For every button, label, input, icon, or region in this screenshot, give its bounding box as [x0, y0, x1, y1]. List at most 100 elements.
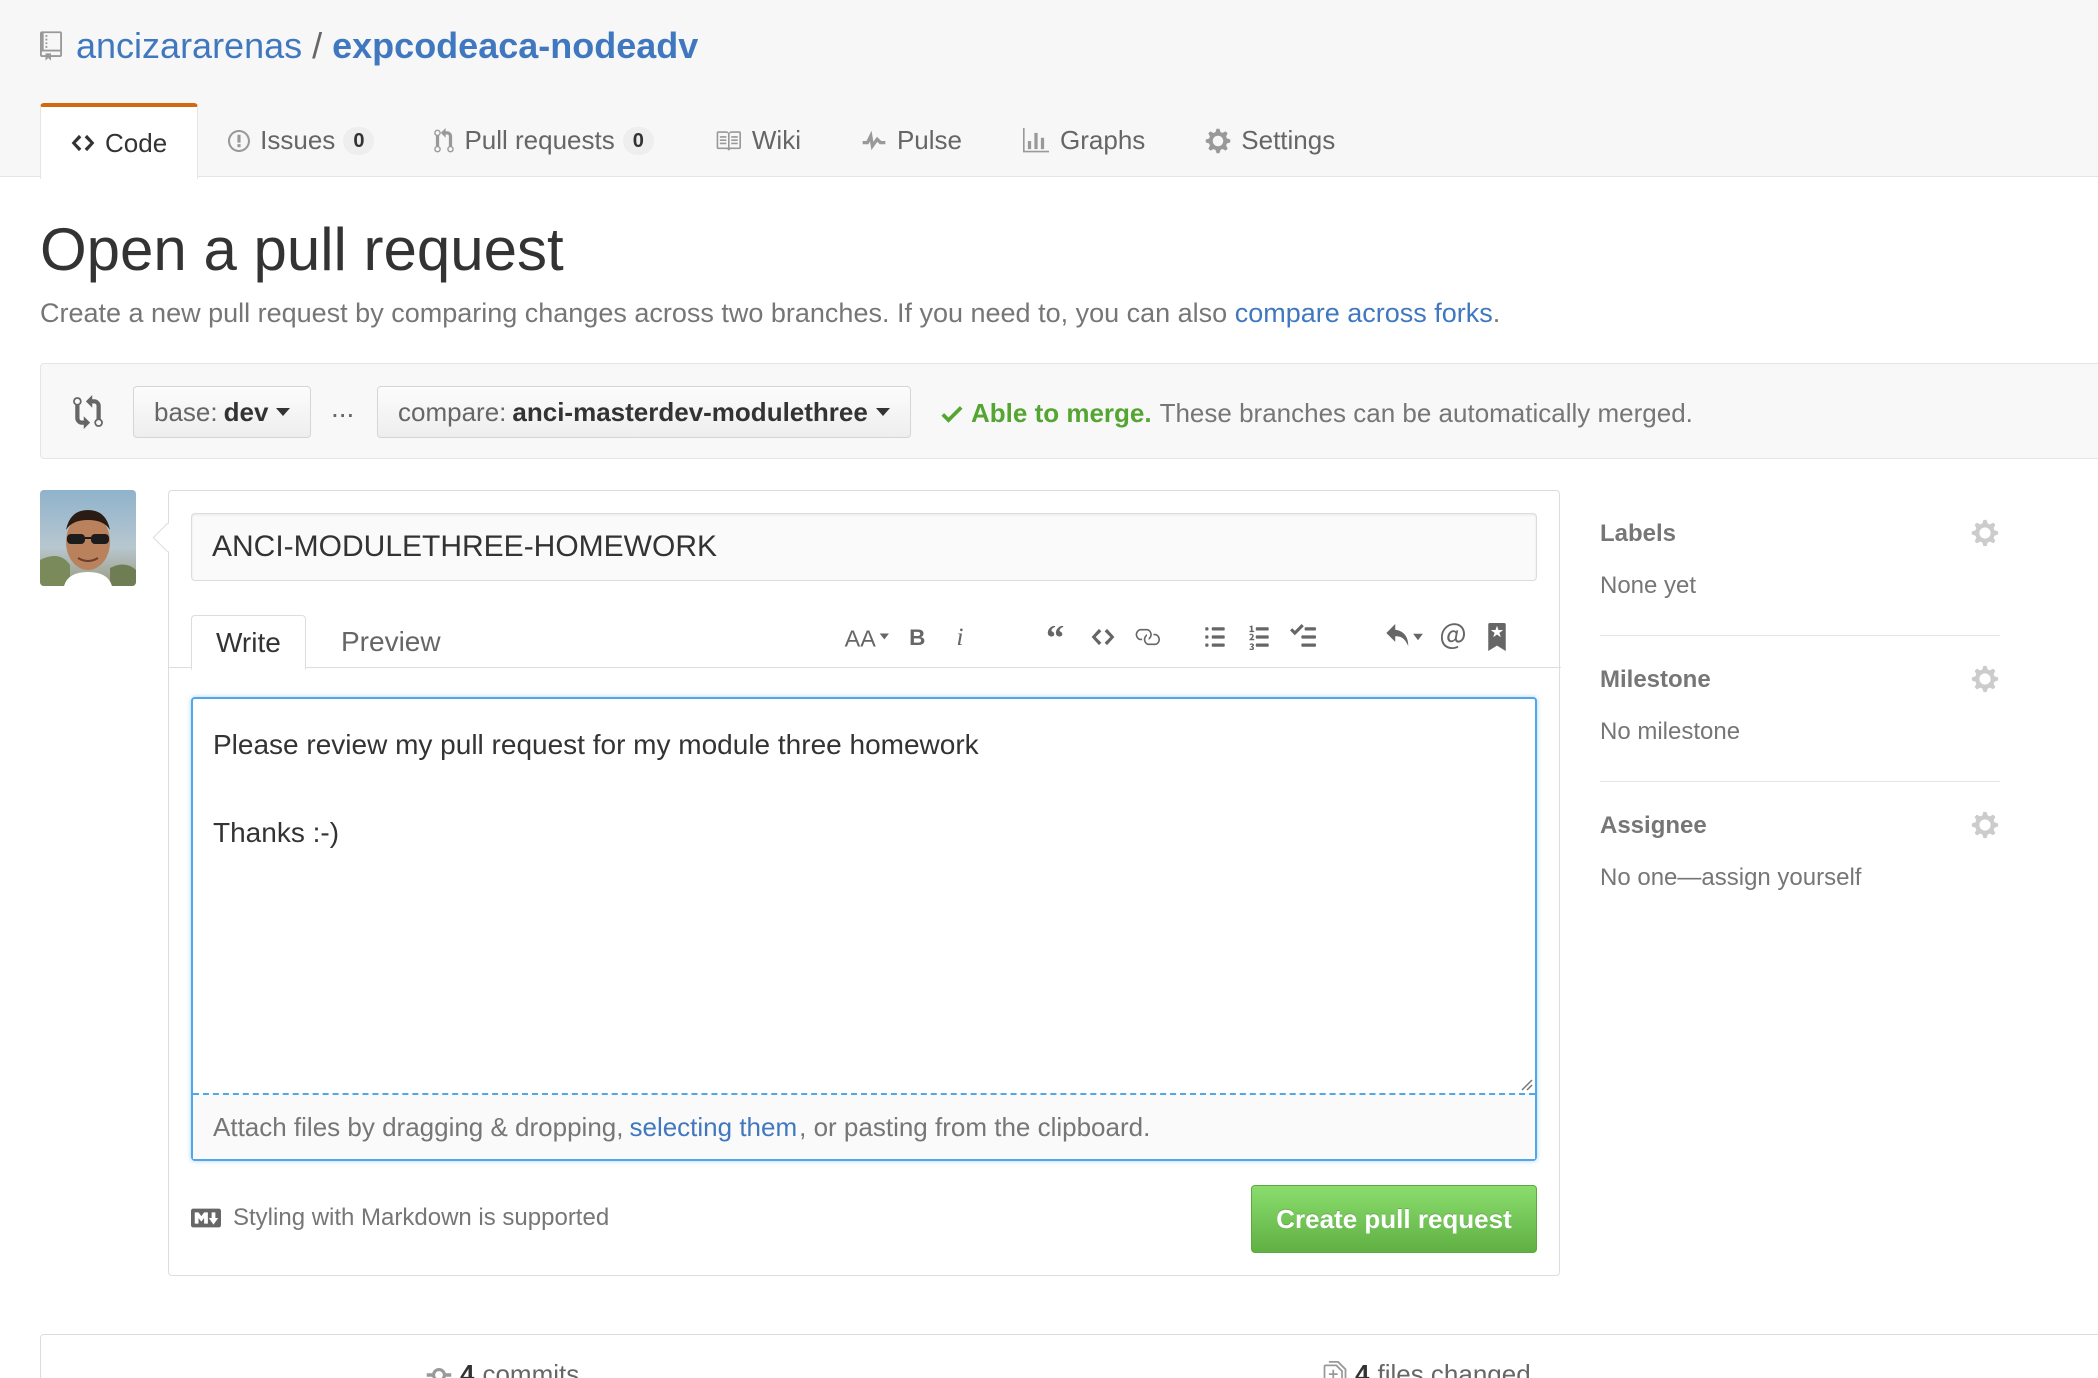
avatar[interactable]: [40, 490, 136, 586]
body-textarea-container: Please review my pull request for my mod…: [191, 697, 1537, 1161]
file-attach-suffix: , or pasting from the clipboard.: [799, 1111, 1151, 1142]
repo-separator: /: [312, 25, 323, 66]
labels-value: None yet: [1600, 572, 1697, 599]
base-branch-select[interactable]: base: dev: [133, 386, 312, 438]
repo-header: ancizararenas / expcodeaca-nodeadv Code …: [0, 0, 2098, 179]
header-text-icon[interactable]: AA: [841, 617, 895, 657]
code-icon: [71, 130, 95, 156]
tab-wiki-label: Wiki: [751, 125, 801, 155]
tab-preview[interactable]: Preview: [317, 615, 465, 669]
graph-icon: [1022, 127, 1050, 154]
link-icon[interactable]: [1125, 617, 1169, 657]
tab-graphs-label: Graphs: [1060, 125, 1146, 155]
merge-status: Able to merge. These branches can be aut…: [941, 398, 1693, 429]
milestone-value: No milestone: [1600, 718, 1741, 745]
gear-icon: [1205, 127, 1231, 155]
pulse-icon: [861, 128, 887, 154]
bookmark-icon[interactable]: [1475, 617, 1519, 657]
git-commit-icon: [426, 1367, 452, 1378]
files-changed-stat[interactable]: 4 files changed: [1323, 1359, 1531, 1378]
sidebar: Labels None yet Milestone No milestone A…: [1600, 490, 2000, 928]
mention-icon[interactable]: [1431, 617, 1475, 657]
commits-label: commits: [482, 1359, 580, 1378]
toolbar-list-group: [1193, 617, 1325, 657]
git-pull-request-icon: [434, 127, 455, 154]
markdown-icon: [191, 1208, 221, 1228]
repo-name-link[interactable]: expcodeaca-nodeadv: [332, 25, 698, 67]
tab-write[interactable]: Write: [191, 615, 306, 670]
tab-pulse-label: Pulse: [896, 125, 963, 155]
resize-handle-icon[interactable]: [1519, 1077, 1533, 1091]
markdown-note[interactable]: Styling with Markdown is supported: [191, 1203, 609, 1233]
svg-text:“: “: [1046, 626, 1064, 648]
assignee-heading: Assignee: [1600, 812, 1707, 839]
milestone-heading: Milestone: [1600, 666, 1711, 693]
page-subtitle-text: Create a new pull request by comparing c…: [40, 298, 1235, 328]
base-branch-label: base:: [154, 396, 218, 427]
repo-nav: Code Issues 0 Pull requests 0 Wiki Pulse…: [40, 103, 1365, 179]
gear-icon[interactable]: [1970, 518, 2000, 548]
body-textarea[interactable]: Please review my pull request for my mod…: [193, 699, 1535, 1093]
tab-code[interactable]: Code: [40, 103, 199, 179]
tab-pull-requests-label: Pull requests: [464, 125, 615, 155]
quote-icon[interactable]: “: [1037, 617, 1081, 657]
gear-icon[interactable]: [1970, 664, 2000, 694]
page-subtitle: Create a new pull request by comparing c…: [40, 298, 1500, 329]
gear-icon[interactable]: [1970, 810, 2000, 840]
toolbar-insert-group: “: [1037, 617, 1169, 657]
sidebar-assignee: Assignee No one—assign yourself: [1600, 782, 2000, 928]
tab-graphs[interactable]: Graphs: [992, 103, 1175, 178]
chevron-down-icon: [276, 408, 291, 416]
files-label: files changed: [1377, 1359, 1531, 1378]
avatar-image: [40, 490, 136, 586]
merge-text: These branches can be automatically merg…: [1159, 398, 1693, 428]
svg-text:i: i: [956, 625, 963, 649]
file-attach-prefix: Attach files by dragging & dropping,: [213, 1111, 624, 1142]
task-list-icon[interactable]: [1281, 617, 1325, 657]
sidebar-milestone: Milestone No milestone: [1600, 636, 2000, 782]
tab-pulse[interactable]: Pulse: [831, 103, 992, 178]
pull-request-form: Write Preview AA B i “: [168, 490, 1561, 1276]
tab-issues[interactable]: Issues 0: [198, 103, 404, 178]
range-editor: base: dev ... compare: anci-masterdev-mo…: [40, 363, 2098, 459]
tab-wiki[interactable]: Wiki: [684, 103, 831, 178]
tab-pull-requests[interactable]: Pull requests 0: [404, 103, 683, 178]
base-branch-value: dev: [223, 396, 269, 427]
tab-settings[interactable]: Settings: [1175, 103, 1365, 178]
assignee-value[interactable]: No one—assign yourself: [1600, 864, 1861, 892]
svg-text:AA: AA: [845, 625, 877, 651]
italic-icon[interactable]: i: [939, 617, 983, 657]
ordered-list-icon[interactable]: [1237, 617, 1281, 657]
compare-branch-select[interactable]: compare: anci-masterdev-modulethree: [377, 386, 911, 438]
sidebar-labels: Labels None yet: [1600, 490, 2000, 636]
create-pull-request-button[interactable]: Create pull request: [1251, 1185, 1537, 1253]
file-diff-icon: [1323, 1360, 1347, 1378]
labels-heading: Labels: [1600, 520, 1677, 547]
page-title: Open a pull request: [40, 216, 564, 283]
merge-ok-label: Able to merge.: [971, 398, 1152, 428]
compare-branch-label: compare:: [398, 396, 507, 427]
toolbar-extra-group: [1379, 617, 1519, 657]
reply-icon[interactable]: [1379, 617, 1431, 657]
commits-stat[interactable]: 4 commits: [426, 1359, 579, 1378]
title-input[interactable]: [191, 513, 1537, 581]
book-icon: [714, 128, 742, 154]
select-files-link[interactable]: selecting them: [629, 1112, 797, 1143]
toolbar-text-group: AA B i: [841, 617, 983, 657]
pulls-counter: 0: [622, 126, 654, 155]
compare-across-forks-link[interactable]: compare across forks: [1235, 298, 1493, 328]
repo-owner-link[interactable]: ancizararenas: [76, 25, 302, 67]
issues-counter: 0: [343, 126, 375, 155]
range-dots: ...: [331, 392, 355, 423]
issue-opened-icon: [228, 128, 251, 154]
commits-count: 4: [460, 1359, 475, 1378]
code-icon[interactable]: [1081, 617, 1125, 657]
compare-branch-value: anci-masterdev-modulethree: [512, 396, 868, 427]
file-attach-bar[interactable]: Attach files by dragging & dropping, sel…: [193, 1093, 1535, 1159]
repo-title: ancizararenas / expcodeaca-nodeadv: [40, 24, 698, 68]
unordered-list-icon[interactable]: [1193, 617, 1237, 657]
bold-icon[interactable]: B: [895, 617, 939, 657]
tab-settings-label: Settings: [1241, 125, 1336, 155]
tab-issues-label: Issues: [260, 125, 336, 155]
repo-icon: [40, 31, 62, 61]
